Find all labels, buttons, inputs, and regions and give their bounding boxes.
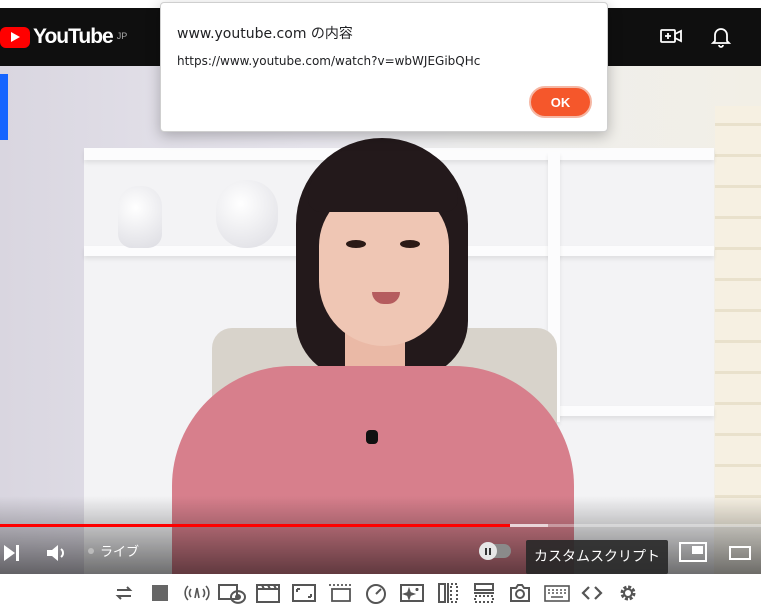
miniplayer-icon[interactable]	[679, 542, 707, 562]
tooltip-custom-script: カスタムスクリプト	[526, 540, 668, 574]
camera-icon[interactable]	[509, 582, 531, 604]
live-indicator[interactable]: ライブ	[88, 541, 139, 560]
person-eye-right	[400, 240, 420, 248]
progress-bar[interactable]	[0, 524, 761, 527]
shelf-lower-right	[556, 406, 714, 416]
header-actions	[659, 24, 733, 48]
next-icon[interactable]	[2, 544, 22, 562]
video-player[interactable]: ライブ カスタムスクリプト	[0, 66, 761, 574]
gear-icon[interactable]	[617, 582, 639, 604]
white-vase	[118, 186, 162, 248]
theater-mode-icon[interactable]	[729, 546, 751, 560]
live-dot	[88, 547, 94, 554]
broadcast-icon[interactable]	[183, 582, 211, 604]
split-horizontal-icon[interactable]	[473, 582, 495, 604]
blue-side-tab	[0, 74, 8, 140]
loop-icon[interactable]	[113, 582, 135, 604]
clapperboard-icon[interactable]	[255, 582, 281, 604]
create-video-icon[interactable]	[659, 24, 683, 48]
sparkle-box-icon[interactable]	[399, 582, 425, 604]
person-bangs	[308, 148, 458, 212]
frame-dashed-icon[interactable]	[327, 582, 355, 604]
keyboard-icon[interactable]	[543, 582, 571, 604]
stop-icon[interactable]	[149, 582, 171, 604]
youtube-play-icon	[0, 26, 30, 48]
ok-button[interactable]: OK	[529, 86, 592, 118]
autoplay-toggle[interactable]	[479, 542, 511, 560]
live-label: ライブ	[100, 545, 140, 560]
youtube-logo[interactable]: YouTube JP	[0, 25, 127, 49]
pause-icon	[479, 542, 497, 560]
background-brick-wall	[715, 106, 761, 526]
video-eye-icon[interactable]	[217, 582, 247, 604]
bell-icon[interactable]	[709, 24, 733, 48]
dialog-message: https://www.youtube.com/watch?v=wbWJEGib…	[177, 54, 481, 68]
dialog-title: www.youtube.com の内容	[177, 26, 353, 42]
alert-dialog: www.youtube.com の内容 https://www.youtube.…	[160, 2, 608, 132]
logo-text: YouTube	[33, 25, 114, 48]
logo-region: JP	[116, 31, 128, 41]
speedometer-icon[interactable]	[365, 582, 387, 604]
lapel-mic	[366, 430, 378, 444]
person-eye-left	[346, 240, 366, 248]
progress-played	[0, 524, 510, 527]
split-vertical-icon[interactable]	[437, 582, 459, 604]
ribbed-vase	[216, 180, 278, 248]
shelf-right	[460, 246, 714, 256]
volume-icon[interactable]	[46, 543, 68, 563]
browser-frame: YouTube JP ライブ カスタムスクリプト www.youtube.com…	[0, 0, 761, 610]
extension-toolbar	[0, 574, 761, 610]
code-icon[interactable]	[581, 582, 603, 604]
resize-corners-icon[interactable]	[291, 582, 317, 604]
